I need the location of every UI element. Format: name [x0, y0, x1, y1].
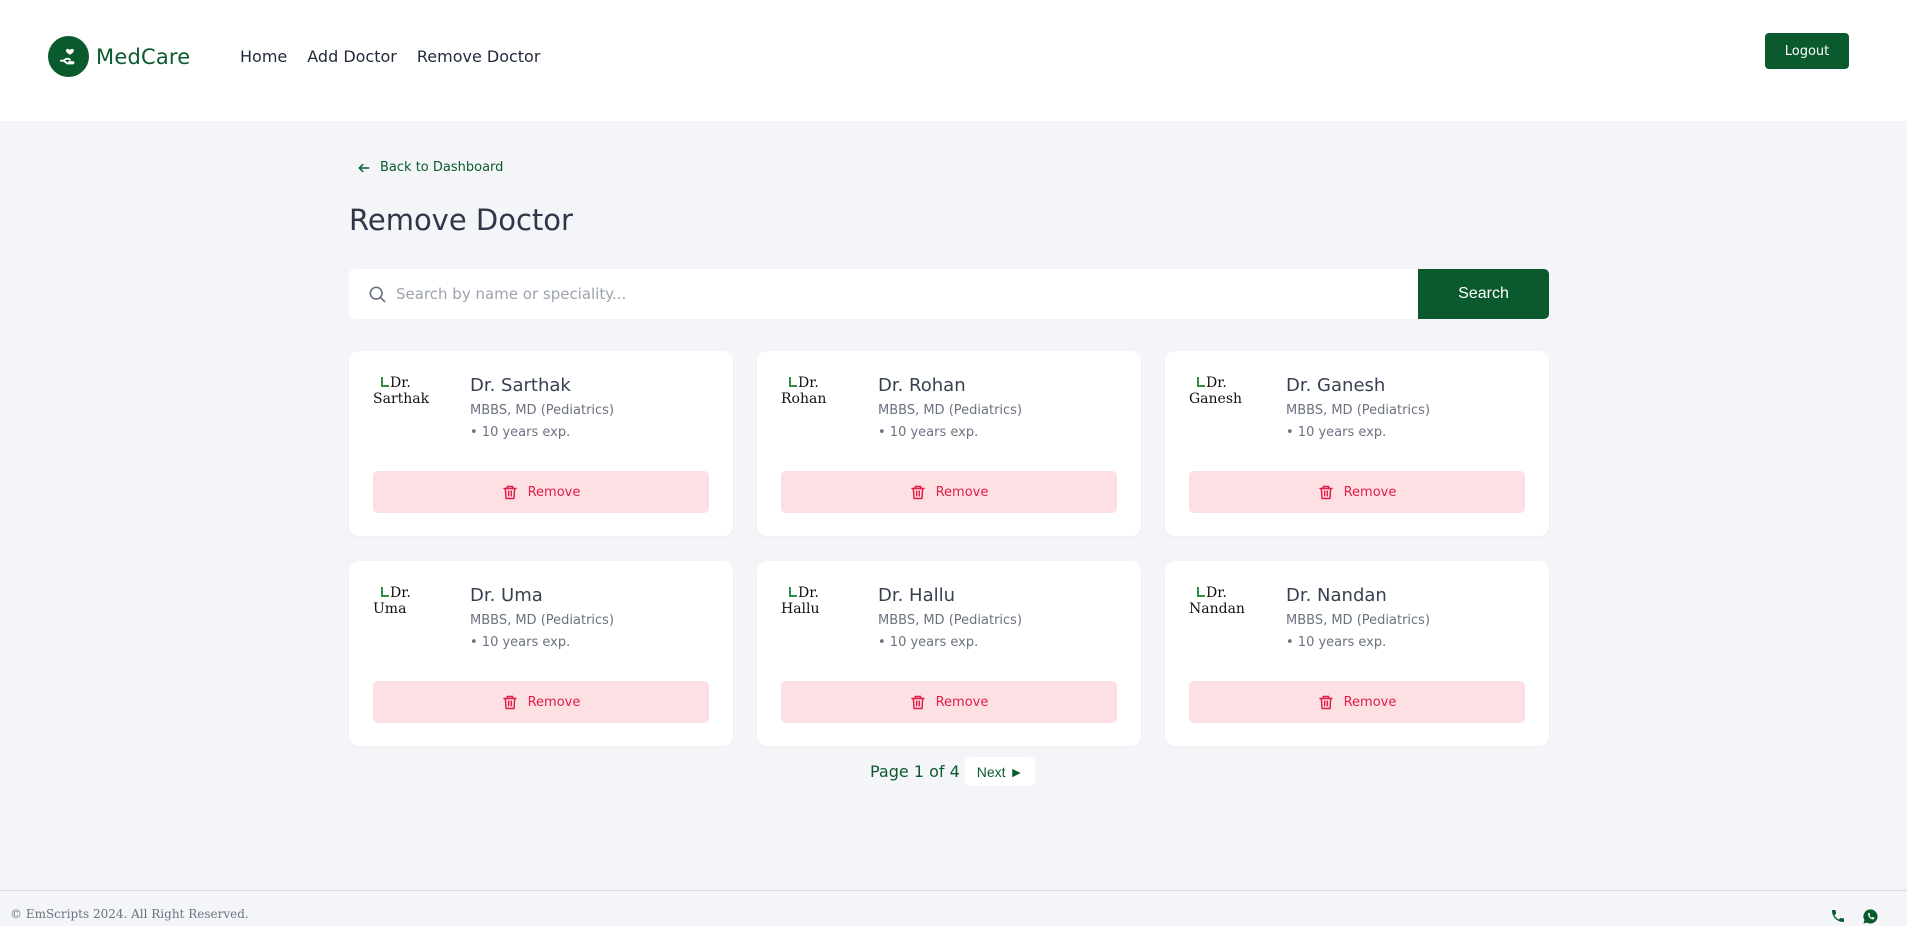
doctor-speciality: MBBS, MD (Pediatrics) [470, 613, 615, 628]
back-to-dashboard-link[interactable]: Back to Dashboard [357, 160, 503, 175]
doctor-experience: • 10 years exp. [470, 635, 571, 650]
doctor-name: Dr. Nandan [1286, 585, 1387, 606]
nav-home[interactable]: Home [240, 47, 287, 66]
pagination: Page 1 of 4 Next ► [870, 757, 1036, 786]
doctor-name: Dr. Hallu [878, 585, 956, 606]
doctor-card: Dr. Nandan Dr. Nandan MBBS, MD (Pediatric… [1165, 561, 1549, 746]
next-page-button[interactable]: Next ► [964, 757, 1036, 786]
doctor-experience: • 10 years exp. [878, 425, 979, 440]
doctor-avatar: Dr. Hallu [781, 585, 820, 617]
doctor-speciality: MBBS, MD (Pediatrics) [470, 403, 615, 418]
doctor-speciality: MBBS, MD (Pediatrics) [878, 613, 1023, 628]
page-title: Remove Doctor [349, 203, 573, 237]
remove-doctor-button[interactable]: Remove [781, 681, 1117, 723]
search-icon [369, 286, 386, 303]
remove-label: Remove [527, 694, 581, 710]
phone-icon[interactable] [1830, 908, 1846, 924]
logout-button[interactable]: Logout [1765, 33, 1849, 69]
copyright-text: © EmScripts 2024. All Right Reserved. [10, 907, 249, 921]
doctor-avatar: Dr. Rohan [781, 375, 827, 407]
doctor-experience: • 10 years exp. [1286, 425, 1387, 440]
doctor-avatar: Dr. Ganesh [1189, 375, 1243, 407]
nav-add-doctor[interactable]: Add Doctor [307, 47, 397, 66]
doctor-name: Dr. Sarthak [470, 375, 571, 396]
main-nav: Home Add Doctor Remove Doctor [240, 47, 540, 66]
back-label: Back to Dashboard [380, 160, 504, 175]
doctor-experience: • 10 years exp. [878, 635, 979, 650]
doctor-experience: • 10 years exp. [470, 425, 571, 440]
remove-label: Remove [935, 694, 989, 710]
doctor-name: Dr. Ganesh [1286, 375, 1386, 396]
remove-label: Remove [527, 484, 581, 500]
remove-label: Remove [935, 484, 989, 500]
trash-icon [1318, 695, 1333, 709]
search-button[interactable]: Search [1418, 269, 1549, 319]
search-input[interactable] [396, 269, 1396, 319]
remove-doctor-button[interactable]: Remove [781, 471, 1117, 513]
remove-doctor-button[interactable]: Remove [1189, 681, 1525, 723]
top-navbar: MedCare Home Add Doctor Remove Doctor Lo… [0, 0, 1907, 121]
footer-contact-icons [1830, 908, 1879, 925]
remove-doctor-button[interactable]: Remove [373, 471, 709, 513]
page-indicator: Page 1 of 4 [870, 762, 960, 781]
search-bar [349, 269, 1549, 319]
trash-icon [910, 695, 925, 709]
doctor-name: Dr. Uma [470, 585, 543, 606]
trash-icon [1318, 485, 1333, 499]
footer: © EmScripts 2024. All Right Reserved. [0, 890, 1907, 926]
arrow-left-icon [358, 163, 370, 172]
remove-label: Remove [1343, 694, 1397, 710]
doctor-card: Dr. Sarthak Dr. Sarthak MBBS, MD (Pediatr… [349, 351, 733, 536]
whatsapp-icon[interactable] [1862, 908, 1879, 925]
remove-label: Remove [1343, 484, 1397, 500]
doctor-avatar: Dr. Uma [373, 585, 411, 617]
trash-icon [502, 485, 517, 499]
doctor-card: Dr. Hallu Dr. Hallu MBBS, MD (Pediatrics… [757, 561, 1141, 746]
doctor-avatar: Dr. Sarthak [373, 375, 430, 407]
doctor-speciality: MBBS, MD (Pediatrics) [1286, 403, 1431, 418]
doctor-experience: • 10 years exp. [1286, 635, 1387, 650]
doctor-card: Dr. Ganesh Dr. Ganesh MBBS, MD (Pediatric… [1165, 351, 1549, 536]
doctor-card: Dr. Uma Dr. Uma MBBS, MD (Pediatrics) • … [349, 561, 733, 746]
doctor-avatar: Dr. Nandan [1189, 585, 1245, 617]
doctor-speciality: MBBS, MD (Pediatrics) [878, 403, 1023, 418]
doctor-speciality: MBBS, MD (Pediatrics) [1286, 613, 1431, 628]
brand[interactable]: MedCare [48, 36, 190, 77]
doctor-card: Dr. Rohan Dr. Rohan MBBS, MD (Pediatrics)… [757, 351, 1141, 536]
doctor-name: Dr. Rohan [878, 375, 966, 396]
nav-remove-doctor[interactable]: Remove Doctor [417, 47, 541, 66]
heart-hand-icon [48, 36, 89, 77]
trash-icon [502, 695, 517, 709]
remove-doctor-button[interactable]: Remove [1189, 471, 1525, 513]
remove-doctor-button[interactable]: Remove [373, 681, 709, 723]
trash-icon [910, 485, 925, 499]
brand-name: MedCare [96, 44, 191, 69]
